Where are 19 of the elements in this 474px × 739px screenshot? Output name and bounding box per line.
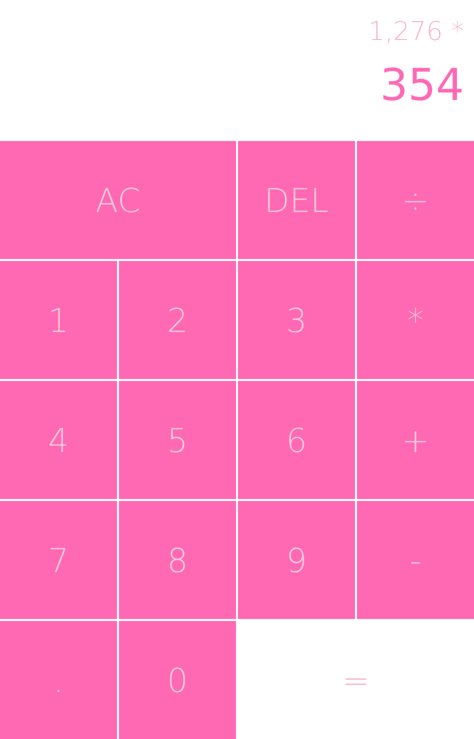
calculator-key[interactable]: 6 [238,381,355,499]
calculator-key[interactable]: DEL [238,141,355,259]
calculator-key[interactable]: 0 [119,621,236,739]
previous-operand: 1,276 * [368,16,464,49]
calculator-key[interactable]: . [0,621,117,739]
calculator-key[interactable]: * [357,261,474,379]
calculator-key[interactable]: 4 [0,381,117,499]
calculator-key[interactable]: 7 [0,501,117,619]
calculator-key[interactable]: 3 [238,261,355,379]
calculator-key[interactable]: + [357,381,474,499]
calculator-key[interactable]: - [357,501,474,619]
calculator-key[interactable]: AC [0,141,236,259]
calculator-key[interactable]: ÷ [357,141,474,259]
calculator-key[interactable]: 8 [119,501,236,619]
calculator-key[interactable]: 9 [238,501,355,619]
calculator-key[interactable]: 1 [0,261,117,379]
calculator-key[interactable]: 5 [119,381,236,499]
calculator-key[interactable]: 2 [119,261,236,379]
current-operand: 354 [380,59,464,113]
